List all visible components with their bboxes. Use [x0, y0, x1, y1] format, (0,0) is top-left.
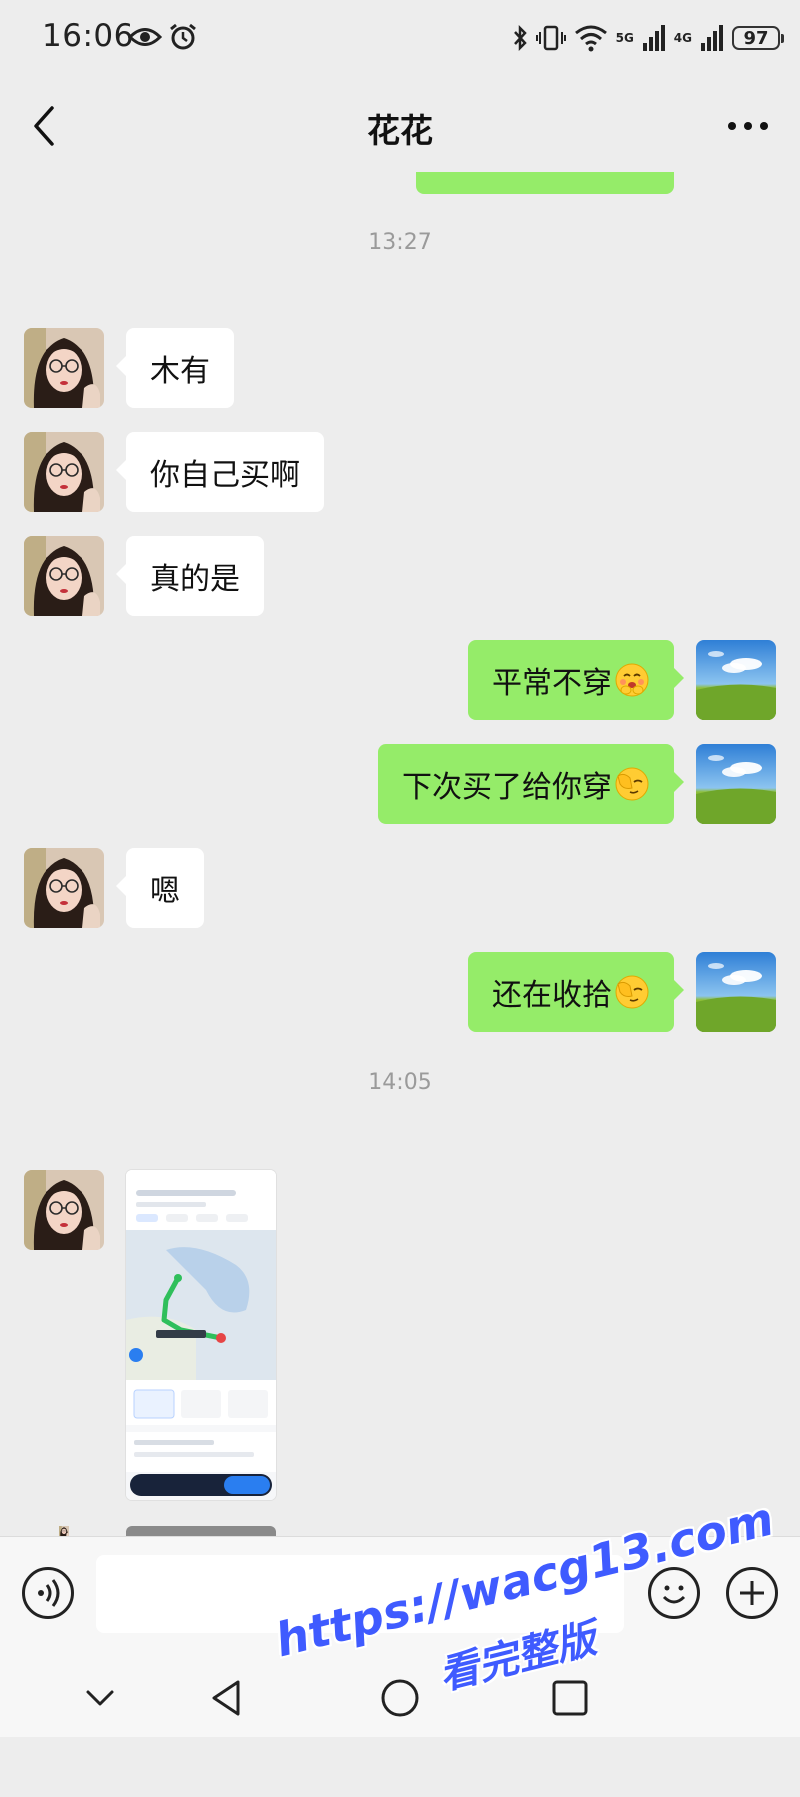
message-bubble-partial[interactable]: [416, 172, 674, 194]
home-circle-icon[interactable]: [378, 1676, 422, 1720]
emoji-button[interactable]: [648, 1567, 700, 1619]
message-bubble[interactable]: 嗯: [116, 848, 204, 928]
message-text: 下次买了给你穿: [402, 770, 612, 805]
message-bubble[interactable]: 还在收拾: [468, 952, 684, 1032]
map-screenshot-image[interactable]: [126, 1170, 276, 1500]
battery-icon: 97: [732, 26, 784, 50]
my-avatar[interactable]: [696, 640, 776, 720]
contact-avatar[interactable]: [24, 848, 104, 928]
status-bar: 16:06 5G 4G 97: [0, 0, 800, 80]
message-bubble[interactable]: 平常不穿: [468, 640, 684, 720]
message-bubble[interactable]: 真的是: [116, 536, 264, 616]
contact-avatar[interactable]: [24, 432, 104, 512]
contact-avatar[interactable]: [24, 1526, 104, 1536]
contact-avatar[interactable]: [24, 328, 104, 408]
system-nav-bar: [0, 1656, 800, 1737]
plus-button[interactable]: [726, 1567, 778, 1619]
my-avatar[interactable]: [696, 172, 776, 194]
network-4g-label: 4G: [673, 31, 692, 45]
my-avatar[interactable]: [696, 952, 776, 1032]
message-text: 还在收拾: [492, 978, 612, 1013]
message-text: 木有: [150, 354, 210, 389]
more-button[interactable]: [726, 108, 770, 144]
message-text: 真的是: [150, 562, 240, 597]
vibrate-icon: [535, 25, 566, 51]
network-5g-label: 5G: [615, 31, 634, 45]
back-triangle-icon[interactable]: [206, 1676, 250, 1720]
facepalm-emoji-icon: [614, 766, 650, 802]
timestamp: 14:05: [368, 1070, 432, 1095]
status-icons: 5G 4G 97: [512, 20, 784, 56]
signal-icon: [701, 25, 723, 51]
wifi-icon: [574, 25, 607, 52]
contact-avatar[interactable]: [24, 1170, 104, 1250]
message-bubble[interactable]: 木有: [116, 328, 234, 408]
message-text: 你自己买啊: [150, 458, 300, 493]
status-time: 16:06: [42, 18, 134, 54]
input-bar: [0, 1536, 800, 1657]
eye-icon: [128, 28, 162, 46]
recents-square-icon[interactable]: [548, 1676, 592, 1720]
signal-icon: [642, 25, 665, 51]
message-bubble[interactable]: 你自己买啊: [116, 432, 324, 512]
image-message-partial[interactable]: [126, 1526, 276, 1536]
timestamp: 13:27: [368, 230, 432, 255]
emoji-face-icon: [662, 1585, 686, 1604]
message-input[interactable]: [96, 1555, 624, 1633]
contact-avatar[interactable]: [24, 536, 104, 616]
facepalm-emoji-icon: [614, 974, 650, 1010]
chat-header: 花花: [0, 80, 800, 172]
alarm-icon: [170, 23, 196, 50]
message-text: 平常不穿: [492, 666, 612, 701]
blush-hands-emoji-icon: [614, 662, 650, 698]
plus-icon: [740, 1581, 764, 1605]
message-bubble[interactable]: 下次买了给你穿: [378, 744, 684, 824]
voice-icon: [38, 1579, 60, 1607]
voice-button[interactable]: [22, 1567, 74, 1619]
chat-title: 花花: [367, 111, 433, 150]
message-list[interactable]: 13:27 木有 你自己买啊 真的是 平常不穿 下次买了给你穿 嗯 还在收拾 1…: [0, 172, 800, 1536]
my-avatar[interactable]: [696, 744, 776, 824]
collapse-icon[interactable]: [78, 1676, 122, 1720]
bluetooth-icon: [513, 24, 527, 52]
message-text: 嗯: [150, 874, 180, 909]
